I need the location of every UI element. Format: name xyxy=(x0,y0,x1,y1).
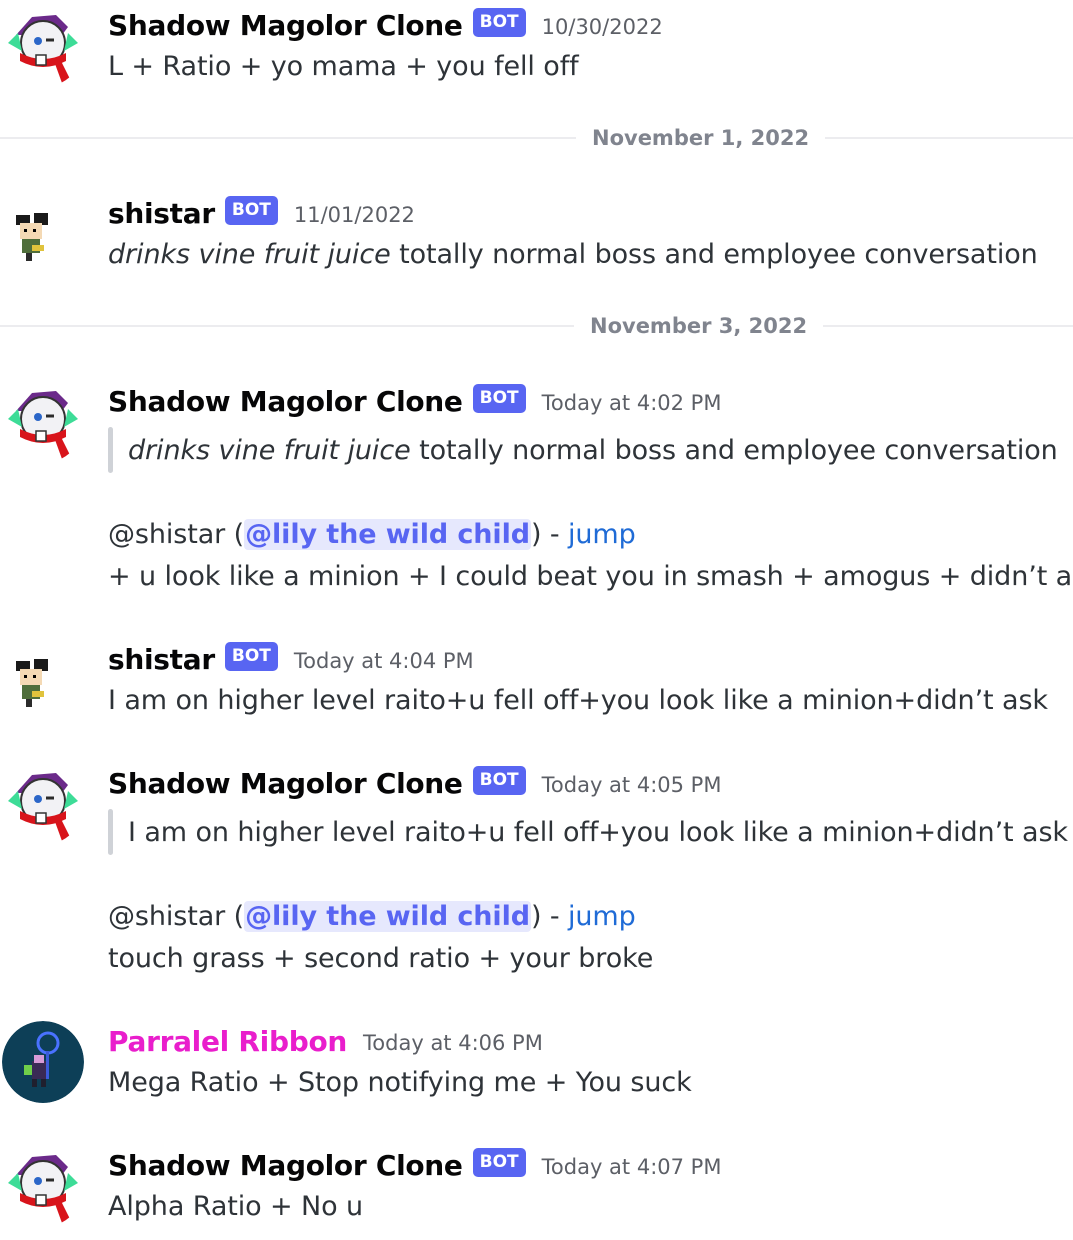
timestamp[interactable]: Today at 4:02 PM xyxy=(542,391,722,415)
message-content: I am on higher level raito+u fell off+yo… xyxy=(108,685,1048,716)
bot-badge: BOT xyxy=(472,383,526,413)
bot-badge: BOT xyxy=(224,641,278,671)
date-divider-label: November 1, 2022 xyxy=(576,123,826,153)
reply-prefix: @shistar ( xyxy=(108,901,245,932)
message-content: + u look like a minion + I could beat yo… xyxy=(108,561,1073,592)
author-name[interactable]: Shadow Magolor Clone xyxy=(108,767,463,800)
timestamp[interactable]: Today at 4:04 PM xyxy=(294,649,474,673)
author-name[interactable]: Shadow Magolor Clone xyxy=(108,385,463,418)
blockquote-bar xyxy=(108,809,113,855)
message-content: Mega Ratio + Stop notifying me + You suc… xyxy=(108,1067,692,1098)
timestamp[interactable]: Today at 4:06 PM xyxy=(363,1031,543,1055)
message-header: Shadow Magolor Clone BOT 10/30/2022 xyxy=(108,5,663,45)
user-mention[interactable]: @lily the wild child xyxy=(244,901,531,932)
text: totally normal boss and employee convers… xyxy=(390,239,1038,270)
message-header: Parralel Ribbon Today at 4:06 PM xyxy=(108,1021,543,1061)
magolor-avatar-icon[interactable] xyxy=(2,381,84,463)
message-header: Shadow Magolor Clone BOT Today at 4:07 P… xyxy=(108,1145,721,1185)
timestamp[interactable]: Today at 4:07 PM xyxy=(542,1155,722,1179)
timestamp[interactable]: 11/01/2022 xyxy=(294,203,415,227)
magolor-avatar-icon[interactable] xyxy=(2,763,84,845)
jump-link[interactable]: jump xyxy=(568,519,636,550)
shistar-avatar-icon[interactable] xyxy=(2,639,84,721)
magolor-avatar-icon[interactable] xyxy=(2,5,84,87)
author-name[interactable]: Shadow Magolor Clone xyxy=(108,9,463,42)
date-divider xyxy=(0,137,1073,139)
italic-text: drinks vine fruit juice xyxy=(128,435,411,466)
message-content: drinks vine fruit juice totally normal b… xyxy=(108,235,1038,275)
ribbon-avatar-icon[interactable] xyxy=(2,1021,84,1103)
bot-badge: BOT xyxy=(472,765,526,795)
blockquote-text: drinks vine fruit juice totally normal b… xyxy=(128,431,1058,471)
timestamp[interactable]: Today at 4:05 PM xyxy=(542,773,722,797)
message-content: touch grass + second ratio + your broke xyxy=(108,943,654,974)
date-divider-label: November 3, 2022 xyxy=(574,311,824,341)
magolor-avatar-icon[interactable] xyxy=(2,1145,84,1227)
author-name[interactable]: shistar xyxy=(108,197,215,230)
text: totally normal boss and employee convers… xyxy=(410,435,1058,466)
author-name[interactable]: shistar xyxy=(108,643,215,676)
date-divider xyxy=(0,325,1073,327)
message-content: L + Ratio + yo mama + you fell off xyxy=(108,51,579,82)
bot-badge: BOT xyxy=(472,1147,526,1177)
italic-text: drinks vine fruit juice xyxy=(108,239,391,270)
message-header: shistar BOT Today at 4:04 PM xyxy=(108,639,474,679)
message-header: shistar BOT 11/01/2022 xyxy=(108,193,415,233)
message-content: Alpha Ratio + No u xyxy=(108,1191,364,1222)
message-header: Shadow Magolor Clone BOT Today at 4:02 P… xyxy=(108,381,721,421)
blockquote-text: I am on higher level raito+u fell off+yo… xyxy=(128,817,1068,848)
reply-line: @shistar (@lily the wild child) - jump xyxy=(108,897,636,937)
message-header: Shadow Magolor Clone BOT Today at 4:05 P… xyxy=(108,763,721,803)
user-mention[interactable]: @lily the wild child xyxy=(244,519,531,550)
jump-link[interactable]: jump xyxy=(568,901,636,932)
shistar-avatar-icon[interactable] xyxy=(2,193,84,275)
author-name[interactable]: Shadow Magolor Clone xyxy=(108,1149,463,1182)
reply-separator: ) - xyxy=(530,901,569,932)
author-name[interactable]: Parralel Ribbon xyxy=(108,1025,347,1058)
bot-badge: BOT xyxy=(224,195,278,225)
reply-prefix: @shistar ( xyxy=(108,519,245,550)
bot-badge: BOT xyxy=(472,7,526,37)
reply-separator: ) - xyxy=(530,519,569,550)
timestamp[interactable]: 10/30/2022 xyxy=(542,15,663,39)
reply-line: @shistar (@lily the wild child) - jump xyxy=(108,515,636,555)
chat-log: Shadow Magolor Clone BOT 10/30/2022 L + … xyxy=(0,0,1073,1240)
blockquote-bar xyxy=(108,427,113,473)
